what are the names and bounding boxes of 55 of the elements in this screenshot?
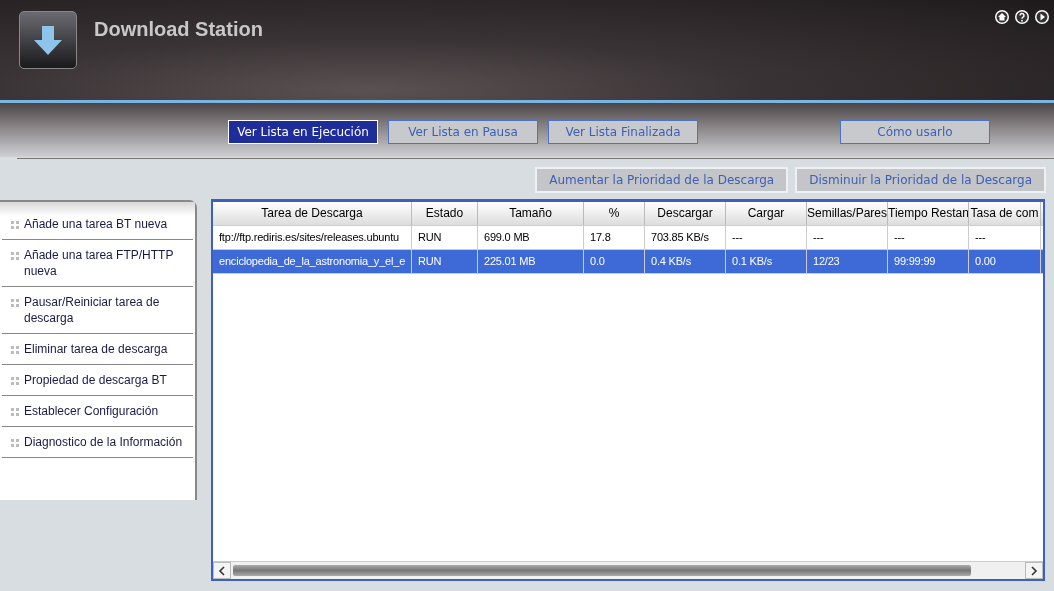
table-row[interactable]: enciclopedia_de_la_astronomia_y_el_e RUN 225.01 MB 0.0 0.4 KB/s 0.1 KB/s 12/23 99:99:99 0.00	[213, 250, 1043, 274]
column-header[interactable]: Descargar	[645, 202, 726, 225]
sidebar-item[interactable]: Pausar/Reiniciar tarea de descarga	[24, 294, 189, 326]
table-cell: 99:99:99	[888, 250, 969, 273]
table-cell: 703.85 KB/s	[645, 226, 726, 249]
sidebar-item[interactable]: Añade una tarea FTP/HTTP nueva	[24, 247, 189, 279]
table-cell: 0.0	[584, 250, 645, 273]
grip-icon	[11, 408, 19, 416]
column-header[interactable]: Tarea de Descarga	[213, 202, 412, 225]
column-header[interactable]: Tamaño	[478, 202, 584, 225]
tab[interactable]: Cómo usarlo	[840, 119, 990, 144]
help-icon[interactable]	[1014, 9, 1030, 25]
table-cell: 0.4 KB/s	[645, 250, 726, 273]
app-title: Download Station	[94, 18, 263, 41]
table-cell: 699.0 MB	[478, 226, 584, 249]
priority-button[interactable]: Aumentar la Prioridad de la Descarga	[535, 167, 789, 193]
grip-icon	[11, 346, 19, 354]
column-header[interactable]: Cargar	[726, 202, 807, 225]
column-header[interactable]: Semillas/Pares	[807, 202, 888, 225]
tab[interactable]: Ver Lista en Ejecución	[228, 119, 378, 144]
sidebar-item[interactable]: Diagnostico de la Información	[24, 434, 189, 450]
tab[interactable]: Ver Lista en Pausa	[388, 119, 538, 144]
grip-icon	[11, 377, 19, 385]
table-cell: ---	[969, 226, 1041, 249]
table-cell: 12/23	[807, 250, 888, 273]
play-icon[interactable]	[1034, 9, 1050, 25]
grip-icon	[11, 299, 19, 307]
scroll-right-icon[interactable]	[1025, 562, 1043, 579]
table-cell: 225.01 MB	[478, 250, 584, 273]
table-cell: 0.1 KB/s	[726, 250, 807, 273]
sidebar-item[interactable]: Eliminar tarea de descarga	[24, 341, 189, 357]
column-header[interactable]: Estado	[412, 202, 478, 225]
column-header[interactable]: Tiempo Restan	[888, 202, 969, 225]
sidebar-item[interactable]: Propiedad de descarga BT	[24, 372, 189, 388]
priority-button[interactable]: Disminuir la Prioridad de la Descarga	[795, 167, 1046, 193]
table-cell: ---	[807, 226, 888, 249]
grip-icon	[11, 439, 19, 447]
table-cell: ---	[726, 226, 807, 249]
table-cell: ftp://ftp.rediris.es/sites/releases.ubuntu	[213, 226, 412, 249]
table-cell: ---	[888, 226, 969, 249]
table-cell: RUN	[412, 250, 478, 273]
tab[interactable]: Ver Lista Finalizada	[548, 119, 698, 144]
column-header[interactable]: Tasa de com	[969, 202, 1041, 225]
table-cell: 0.00	[969, 250, 1041, 273]
column-header[interactable]: %	[584, 202, 645, 225]
sidebar-item[interactable]: Añade una tarea BT nueva	[24, 216, 189, 232]
grip-icon	[11, 252, 19, 260]
table-cell: 17.8	[584, 226, 645, 249]
table-cell: enciclopedia_de_la_astronomia_y_el_e	[213, 250, 412, 273]
home-icon[interactable]	[994, 9, 1010, 25]
grip-icon	[11, 221, 19, 229]
scrollbar-thumb[interactable]	[233, 565, 971, 576]
scroll-left-icon[interactable]	[213, 562, 231, 579]
table-cell: RUN	[412, 226, 478, 249]
sidebar-item[interactable]: Establecer Configuración	[24, 403, 189, 419]
